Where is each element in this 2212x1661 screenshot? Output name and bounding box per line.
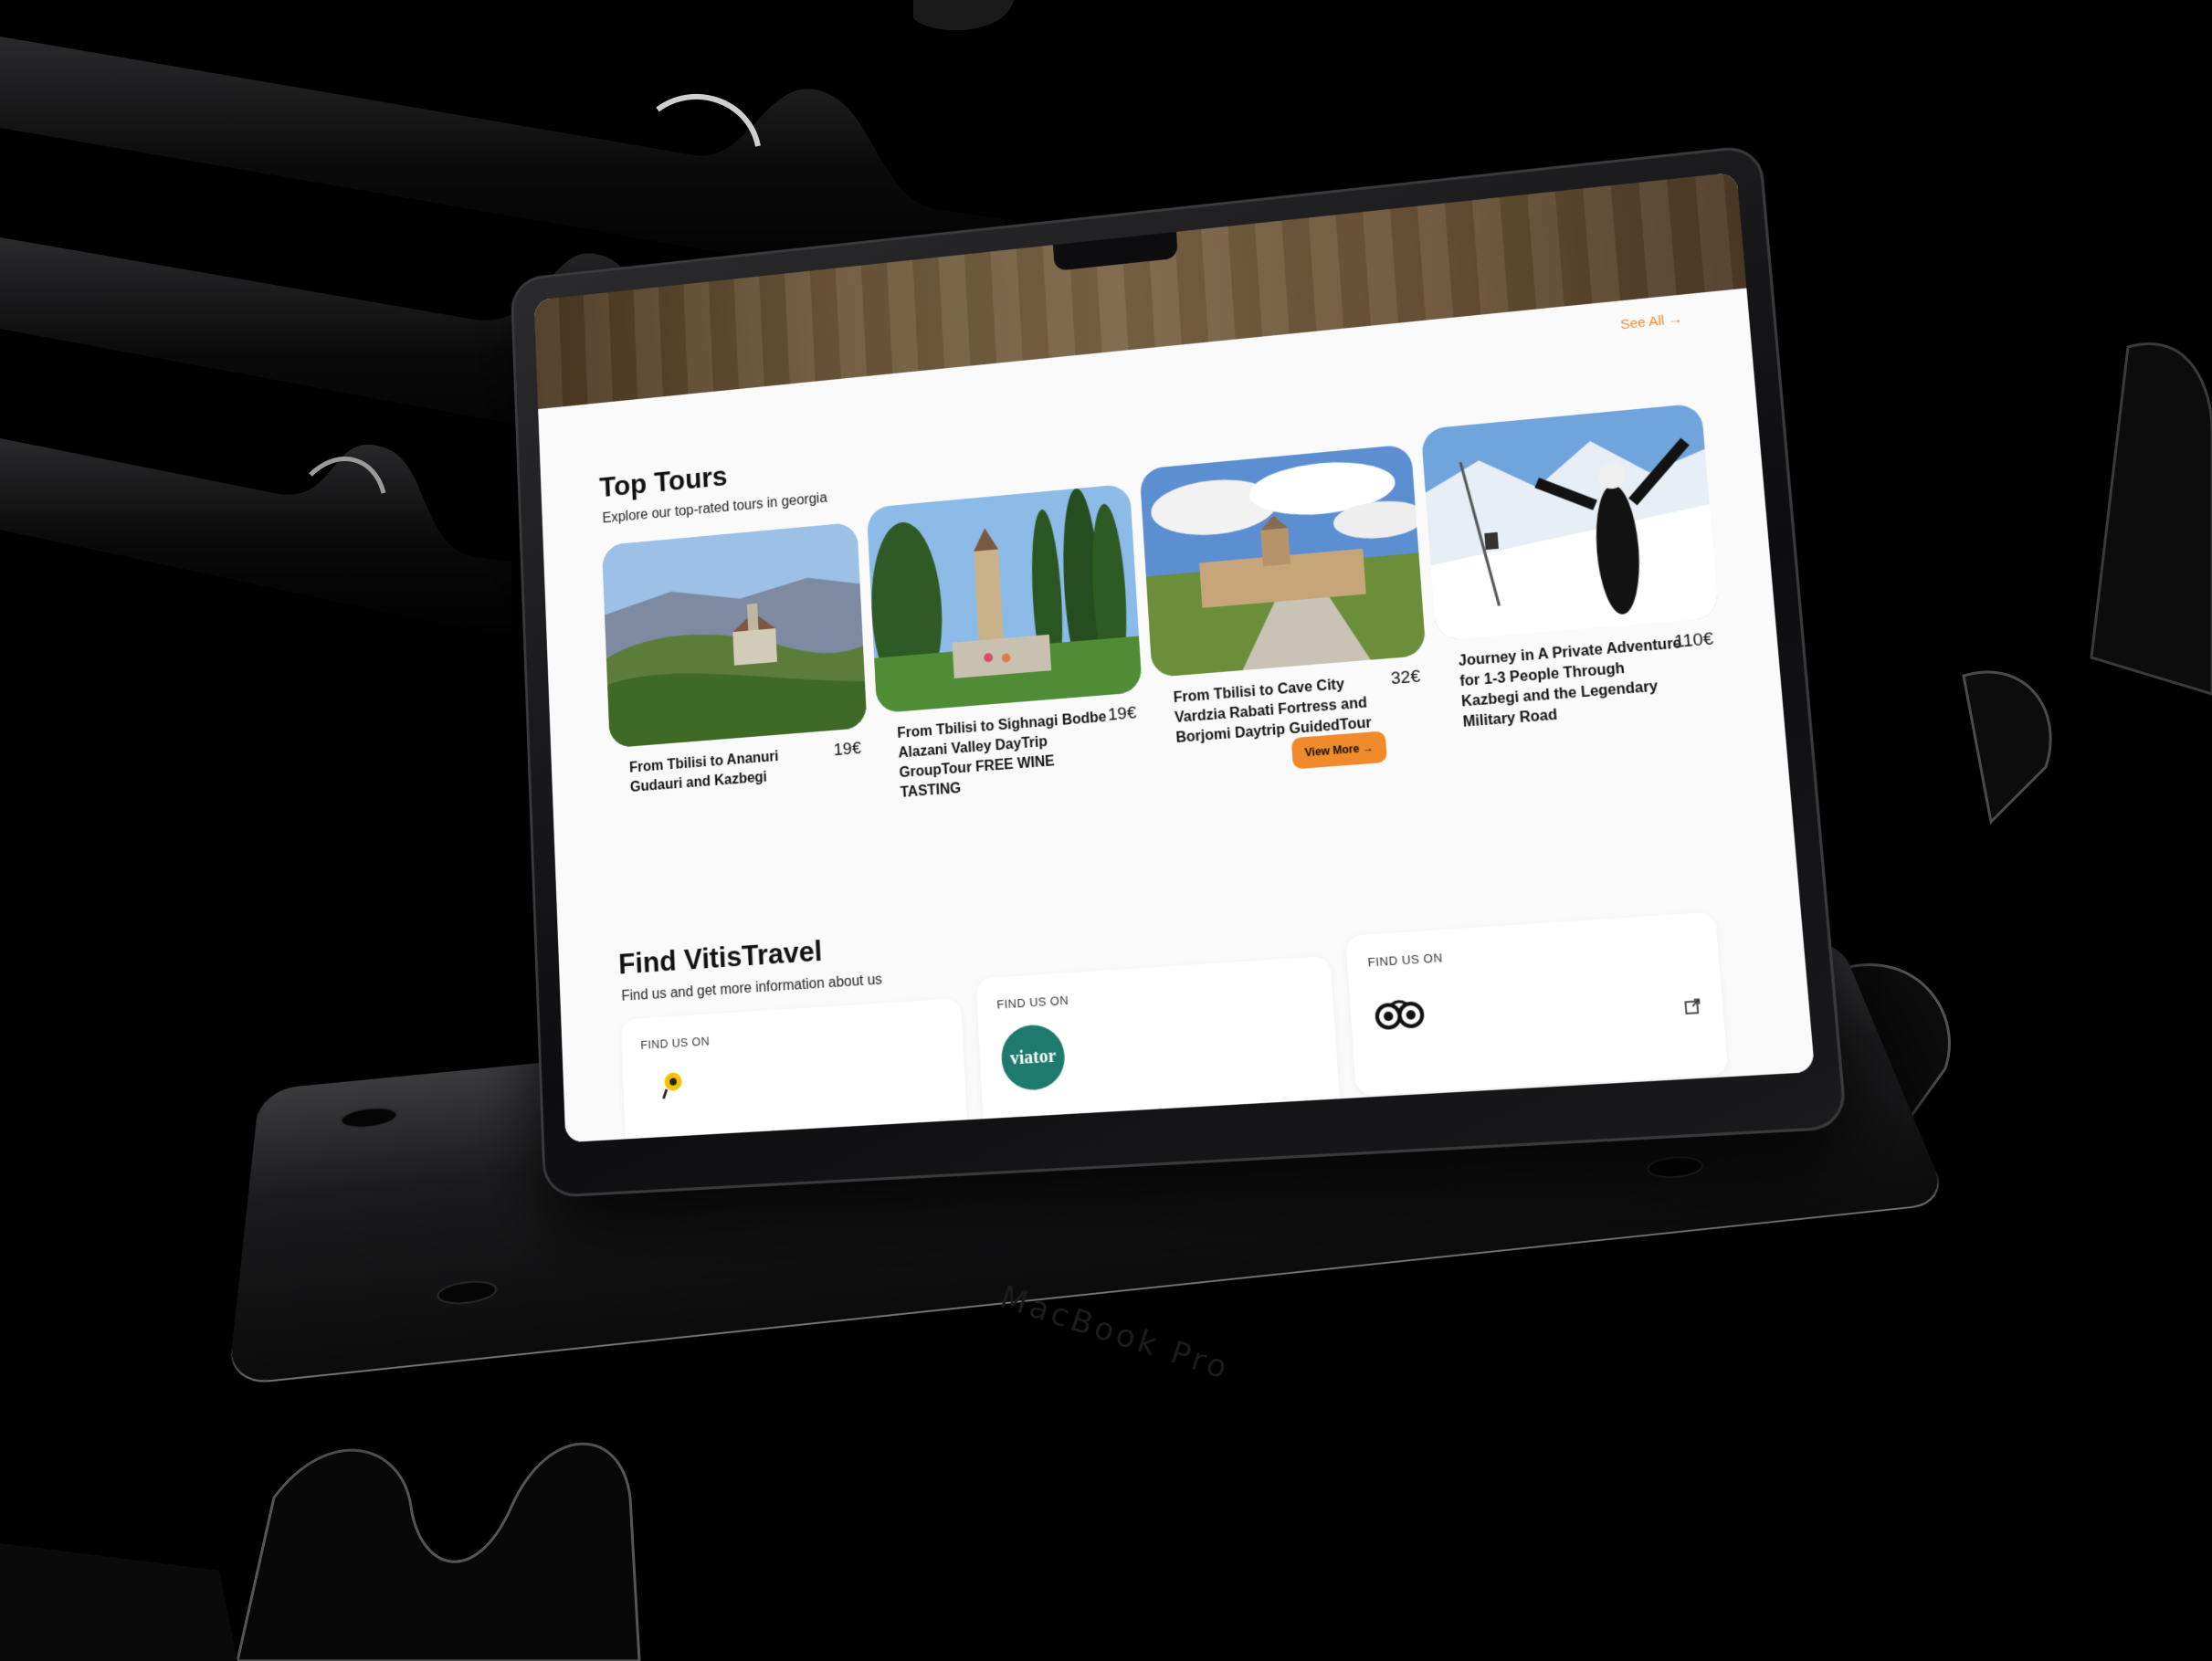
snow-mountain-photo bbox=[1420, 403, 1720, 641]
find-us-card[interactable]: FIND US ON bbox=[1345, 911, 1729, 1097]
laptop-lid: See All → Top Tours Explore our top-rate… bbox=[510, 143, 1849, 1199]
viator-logo: viator bbox=[999, 1023, 1067, 1092]
page-content: See All → Top Tours Explore our top-rate… bbox=[538, 288, 1816, 1143]
tour-price: 19€ bbox=[1107, 703, 1137, 725]
rubber-foot bbox=[341, 1106, 396, 1130]
tour-card[interactable]: From Tbilisi to Cave City Vardzia Rabati… bbox=[1139, 444, 1427, 746]
laptop-screen: See All → Top Tours Explore our top-rate… bbox=[533, 172, 1816, 1143]
tour-name: Journey in A Private Adventure for 1-3 P… bbox=[1458, 636, 1682, 731]
find-us-label: FIND US ON bbox=[1367, 950, 1444, 970]
external-link-icon[interactable] bbox=[1683, 997, 1702, 1015]
viator-logo-text: viator bbox=[1009, 1045, 1057, 1069]
monastery-garden-photo bbox=[866, 483, 1143, 714]
rubber-foot bbox=[437, 1280, 496, 1305]
tripadvisor-owl-icon bbox=[1373, 997, 1427, 1033]
find-us-label: FIND US ON bbox=[640, 1034, 711, 1052]
mountain-church-photo bbox=[601, 521, 868, 749]
rubber-foot bbox=[1646, 1155, 1705, 1179]
tour-name: From Tbilisi to Sighnagi Bodbe Alazani V… bbox=[897, 710, 1107, 801]
tour-card[interactable]: Journey in A Private Adventure for 1-3 P… bbox=[1420, 403, 1720, 731]
view-more-button[interactable]: View More → bbox=[1290, 731, 1387, 770]
find-section-title: Find VitisTravel bbox=[617, 933, 823, 981]
pin-logo-icon bbox=[658, 1072, 682, 1103]
tour-name: From Tbilisi to Ananuri Gudauri and Kazb… bbox=[628, 749, 779, 795]
tour-card[interactable]: From Tbilisi to Ananuri Gudauri and Kazb… bbox=[601, 521, 868, 795]
tour-price: 32€ bbox=[1390, 667, 1421, 689]
find-us-card[interactable]: FIND US ON bbox=[620, 998, 970, 1143]
tour-price: 19€ bbox=[833, 739, 862, 761]
tour-card[interactable]: From Tbilisi to Sighnagi Bodbe Alazani V… bbox=[866, 483, 1143, 801]
tour-price: 110€ bbox=[1673, 629, 1714, 653]
top-tours-title: Top Tours bbox=[598, 459, 728, 503]
rabati-fortress-photo bbox=[1139, 444, 1427, 678]
find-us-label: FIND US ON bbox=[996, 993, 1069, 1012]
see-all-link[interactable]: See All → bbox=[1620, 311, 1683, 333]
find-us-card[interactable]: FIND US ON viator bbox=[975, 955, 1342, 1136]
